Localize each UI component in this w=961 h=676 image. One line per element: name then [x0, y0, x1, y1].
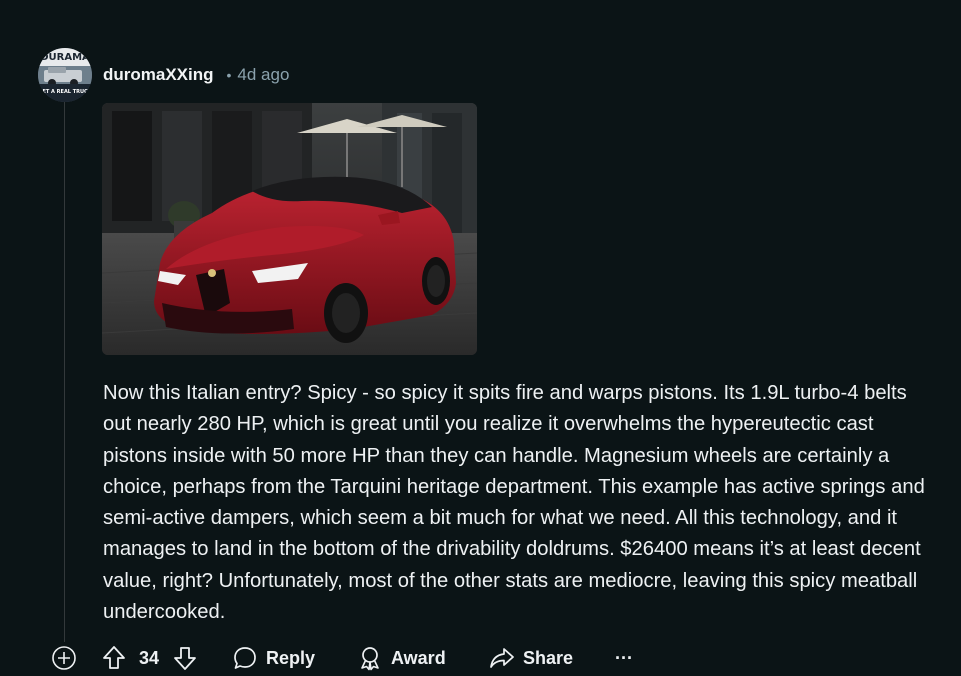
- share-button[interactable]: Share: [489, 640, 573, 676]
- avatar[interactable]: DURAMA GET A REAL TRUCK: [38, 48, 92, 102]
- svg-text:GET A REAL TRUCK: GET A REAL TRUCK: [38, 89, 92, 95]
- meta-separator: •: [226, 67, 232, 83]
- pickup-truck-avatar-icon: DURAMA GET A REAL TRUCK: [38, 48, 92, 102]
- downvote-button[interactable]: [173, 640, 197, 676]
- more-options-icon: ···: [615, 647, 633, 668]
- arrow-up-icon: [103, 646, 125, 669]
- more-options-button[interactable]: ···: [615, 640, 633, 676]
- timestamp[interactable]: 4d ago: [237, 65, 289, 85]
- expand-thread-button[interactable]: [51, 640, 77, 676]
- speech-bubble-icon: [234, 647, 256, 669]
- reply-label: Reply: [266, 647, 316, 668]
- svg-text:DURAMA: DURAMA: [40, 52, 90, 63]
- vote-count: 34: [139, 640, 159, 676]
- plus-circle-icon: [52, 646, 76, 670]
- upvote-button[interactable]: [102, 640, 126, 676]
- reply-button[interactable]: Reply: [232, 640, 315, 676]
- award-label: Award: [391, 647, 446, 668]
- red-sedan-photo-icon: [102, 103, 477, 355]
- author-name[interactable]: duromaXXing: [103, 65, 214, 85]
- award-ribbon-icon: [361, 647, 379, 671]
- share-label: Share: [523, 647, 574, 668]
- share-arrow-icon: [490, 648, 514, 668]
- comment-header: duromaXXing • 4d ago: [103, 63, 289, 87]
- vote-count-label: 34: [139, 647, 160, 668]
- action-bar: 34 Reply Award Share ···: [0, 640, 961, 676]
- arrow-down-icon: [174, 647, 196, 670]
- comment-body: Now this Italian entry? Spicy - so spicy…: [103, 382, 925, 624]
- award-button[interactable]: Award: [357, 640, 446, 676]
- comment-image[interactable]: [102, 103, 477, 355]
- thread-line: [64, 102, 65, 642]
